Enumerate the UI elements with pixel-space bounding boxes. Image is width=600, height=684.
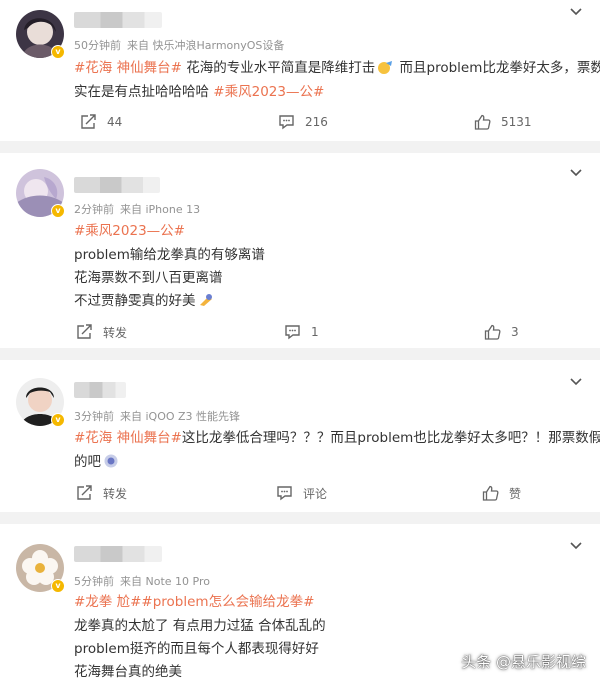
post-source: 来自 Note 10 Pro bbox=[120, 575, 210, 588]
emoji-icon bbox=[378, 61, 393, 74]
post-card: v 50分钟前 来自 快乐冲浪HarmonyOS设备 #花海 神仙舞台# 花海的专… bbox=[0, 0, 600, 141]
comment-button[interactable]: 216 bbox=[278, 110, 328, 134]
post-time: 5分钟前 bbox=[74, 575, 114, 588]
verified-badge-icon: v bbox=[51, 579, 65, 593]
like-count: 3 bbox=[511, 325, 519, 339]
post-source: 来自 快乐冲浪HarmonyOS设备 bbox=[127, 39, 285, 52]
post-meta: 50分钟前 来自 快乐冲浪HarmonyOS设备 bbox=[74, 37, 290, 53]
verified-badge-icon: v bbox=[51, 413, 65, 427]
post-source: 来自 iPhone 13 bbox=[120, 203, 201, 216]
username-blurred[interactable] bbox=[74, 382, 126, 398]
repost-button[interactable]: 转发 bbox=[76, 320, 127, 344]
post-text-line: 花海舞台真的绝美 bbox=[74, 664, 182, 680]
post-text-line: 不过贾静雯真的好美 bbox=[74, 289, 216, 309]
like-count: 赞 bbox=[509, 486, 522, 501]
post-time: 50分钟前 bbox=[74, 39, 121, 52]
repost-count: 44 bbox=[107, 115, 123, 129]
post-time: 2分钟前 bbox=[74, 203, 114, 216]
post-text-line: problem挺齐的而且每个人都表现得好好 bbox=[74, 641, 319, 657]
verified-badge-icon: v bbox=[51, 45, 65, 59]
watermark: 头条 @悬乐影视综 bbox=[461, 653, 586, 671]
comment-button[interactable]: 1 bbox=[284, 320, 319, 344]
post-card: v 2分钟前 来自 iPhone 13 #乘风2023—公# problem输给龙… bbox=[0, 153, 600, 348]
repost-button[interactable]: 44 bbox=[80, 110, 122, 134]
comment-count: 评论 bbox=[303, 486, 328, 501]
emoji-icon bbox=[199, 294, 212, 306]
post-card: v 3分钟前 来自 iQOO Z3 性能先锋 #花海 神仙舞台#这比龙拳低合理吗？… bbox=[0, 360, 600, 512]
comment-count: 216 bbox=[305, 115, 328, 129]
username-blurred[interactable] bbox=[74, 12, 162, 28]
thumbs-up-icon bbox=[482, 485, 499, 501]
repost-icon bbox=[77, 324, 92, 339]
post-text-line: #花海 神仙舞台# 花海的专业水平简直是降维打击 而且problem比龙拳好太多… bbox=[74, 60, 600, 76]
repost-button[interactable]: 转发 bbox=[76, 481, 127, 505]
post-text-line: problem输给龙拳真的有够离谱 bbox=[74, 247, 265, 263]
action-bar: 44 216 5131 bbox=[0, 110, 600, 134]
post-meta: 5分钟前 来自 Note 10 Pro bbox=[74, 573, 216, 589]
thumbs-up-icon bbox=[484, 324, 501, 340]
post-text-line: #花海 神仙舞台#这比龙拳低合理吗？？？而且problem也比龙拳好太多吧？！那… bbox=[74, 430, 600, 446]
post-text-line: #龙拳 尬##problem怎么会输给龙拳# bbox=[74, 590, 314, 610]
repost-icon bbox=[81, 114, 96, 129]
post-meta: 3分钟前 来自 iQOO Z3 性能先锋 bbox=[74, 408, 246, 424]
like-button[interactable]: 3 bbox=[484, 320, 519, 344]
post-text-line: 花海票数不到八百更离谱 bbox=[74, 270, 223, 286]
username-blurred[interactable] bbox=[74, 546, 162, 562]
username-blurred[interactable] bbox=[74, 177, 160, 193]
post-source: 来自 iQOO Z3 性能先锋 bbox=[120, 410, 241, 423]
repost-count: 转发 bbox=[103, 325, 128, 340]
repost-count: 转发 bbox=[103, 486, 128, 501]
chevron-down-icon[interactable] bbox=[568, 167, 584, 179]
post-time: 3分钟前 bbox=[74, 410, 114, 423]
comment-icon bbox=[279, 115, 294, 130]
repost-icon bbox=[77, 485, 92, 500]
post-text-line: 实在是有点扯哈哈哈哈 #乘风2023—公# bbox=[74, 84, 325, 100]
comment-button[interactable]: 评论 bbox=[276, 481, 327, 505]
like-button[interactable]: 5131 bbox=[474, 110, 532, 134]
comment-count: 1 bbox=[311, 325, 319, 339]
comment-icon bbox=[277, 486, 292, 501]
chevron-down-icon[interactable] bbox=[568, 6, 584, 18]
topic-link[interactable]: #花海 神仙舞台# bbox=[74, 60, 182, 76]
post-text-line: 的吧 bbox=[74, 450, 121, 470]
topic-link[interactable]: #乘风2023—公# bbox=[213, 84, 324, 100]
post-meta: 2分钟前 来自 iPhone 13 bbox=[74, 201, 206, 217]
post-text-line: 龙拳真的太尬了 有点用力过猛 合体乱乱的 bbox=[74, 618, 326, 634]
topic-link[interactable]: #乘风2023—公# bbox=[74, 223, 185, 239]
like-count: 5131 bbox=[501, 115, 532, 129]
topic-link[interactable]: #龙拳 尬##problem怎么会输给龙拳# bbox=[74, 594, 314, 610]
action-bar: 转发 评论 赞 bbox=[0, 481, 600, 505]
comment-icon bbox=[285, 325, 300, 340]
post-text-line: #乘风2023—公# bbox=[74, 219, 185, 239]
like-button[interactable]: 赞 bbox=[482, 481, 521, 505]
thumbs-up-icon bbox=[474, 114, 491, 130]
action-bar: 转发 1 3 bbox=[0, 320, 600, 344]
emoji-icon bbox=[104, 454, 118, 468]
chevron-down-icon[interactable] bbox=[568, 376, 584, 388]
verified-badge-icon: v bbox=[51, 204, 65, 218]
chevron-down-icon[interactable] bbox=[568, 540, 584, 552]
topic-link[interactable]: #花海 神仙舞台# bbox=[74, 430, 182, 446]
